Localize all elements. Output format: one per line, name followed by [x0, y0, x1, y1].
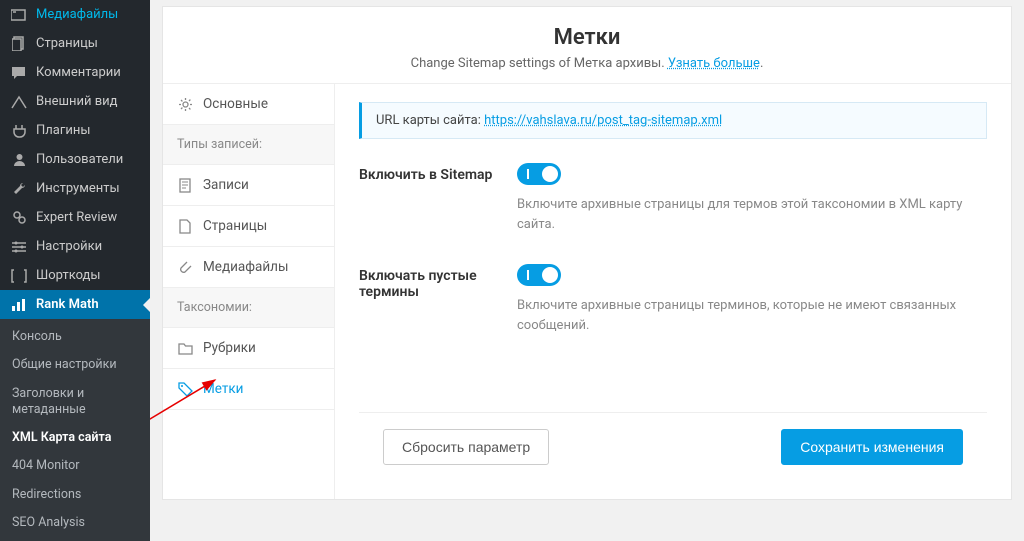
submenu-xml-sitemap[interactable]: XML Карта сайта	[0, 424, 150, 452]
tab-pages[interactable]: Страницы	[163, 206, 334, 247]
wp-admin-sidebar: Медиафайлы Страницы Комментарии Внешний …	[0, 0, 150, 506]
doc-icon	[177, 178, 193, 193]
sidebar-item-label: Комментарии	[36, 65, 121, 80]
sidebar-item-label: Пользователи	[36, 152, 123, 167]
submenu-redirections[interactable]: Redirections	[0, 481, 150, 509]
sitemap-url-notice: URL карты сайта: https://vahslava.ru/pos…	[359, 102, 987, 139]
field-label: Включить в Sitemap	[359, 163, 499, 234]
appearance-icon	[10, 95, 28, 109]
sidebar-item-users[interactable]: Пользователи	[0, 145, 150, 174]
learn-more-link[interactable]: Узнать больше	[668, 56, 760, 71]
include-sitemap-toggle[interactable]	[517, 163, 561, 185]
tab-label: Рубрики	[203, 340, 256, 356]
settings-icon	[10, 240, 28, 254]
sidebar-item-expert-review[interactable]: Expert Review	[0, 203, 150, 232]
tab-label: Медиафайлы	[203, 259, 288, 275]
sidebar-item-label: Инструменты	[36, 181, 120, 196]
clip-icon	[177, 260, 193, 275]
settings-panel: Метки Change Sitemap settings of Метка а…	[162, 6, 1012, 500]
users-icon	[10, 152, 28, 167]
sidebar-item-label: Шорткоды	[36, 268, 100, 283]
sidebar-item-plugins[interactable]: Плагины	[0, 116, 150, 145]
panel-footer: Сбросить параметр Сохранить изменения	[359, 412, 987, 481]
page-icon	[177, 219, 193, 234]
settings-tabs: Основные Типы записей: Записи Страницы М…	[163, 84, 335, 499]
submenu-general-settings[interactable]: Общие настройки	[0, 351, 150, 379]
sidebar-item-label: Expert Review	[36, 210, 117, 225]
panel-header: Метки Change Sitemap settings of Метка а…	[163, 7, 1011, 84]
sidebar-item-label: Страницы	[36, 36, 98, 51]
submenu-404-monitor[interactable]: 404 Monitor	[0, 452, 150, 480]
page-title: Метки	[173, 25, 1001, 50]
tools-icon	[10, 181, 28, 196]
sidebar-item-rank-math[interactable]: Rank Math	[0, 290, 150, 319]
field-description: Включите архивные страницы терминов, кот…	[517, 296, 987, 335]
save-button[interactable]: Сохранить изменения	[781, 429, 963, 465]
tab-group-taxonomies: Таксономии:	[163, 288, 334, 328]
field-description: Включите архивные страницы для термов эт…	[517, 195, 987, 234]
plugins-icon	[10, 123, 28, 138]
media-icon	[10, 8, 28, 22]
main-content: Метки Change Sitemap settings of Метка а…	[150, 0, 1024, 506]
tab-categories[interactable]: Рубрики	[163, 328, 334, 369]
tab-tags[interactable]: Метки	[163, 369, 334, 410]
submenu-titles[interactable]: Заголовки и метаданные	[0, 380, 150, 425]
tab-label: Метки	[203, 381, 243, 397]
comments-icon	[10, 66, 28, 80]
sidebar-item-appearance[interactable]: Внешний вид	[0, 87, 150, 116]
submenu-seo-analysis[interactable]: SEO Analysis	[0, 509, 150, 537]
sidebar-item-label: Медиафайлы	[36, 7, 118, 22]
gear-icon	[177, 97, 193, 112]
shortcodes-icon	[10, 269, 28, 283]
sidebar-item-tools[interactable]: Инструменты	[0, 174, 150, 203]
rankmath-icon	[10, 298, 28, 312]
tab-label: Записи	[203, 177, 249, 193]
tab-posts[interactable]: Записи	[163, 165, 334, 206]
pages-icon	[10, 36, 28, 51]
tab-content: URL карты сайта: https://vahslava.ru/pos…	[335, 84, 1011, 499]
sidebar-item-pages[interactable]: Страницы	[0, 29, 150, 58]
tab-media[interactable]: Медиафайлы	[163, 247, 334, 288]
sidebar-item-settings[interactable]: Настройки	[0, 232, 150, 261]
folder-icon	[177, 342, 193, 355]
field-include-empty-terms: Включать пустые термины Включите архивны…	[359, 264, 987, 335]
sidebar-item-label: Плагины	[36, 123, 90, 138]
page-subtitle: Change Sitemap settings of Метка архивы.…	[173, 56, 1001, 71]
tab-label: Страницы	[203, 218, 267, 234]
tag-icon	[177, 382, 193, 397]
sidebar-item-label: Внешний вид	[36, 94, 118, 109]
submenu-console[interactable]: Консоль	[0, 323, 150, 351]
tab-label: Основные	[203, 96, 268, 112]
sidebar-item-label: Rank Math	[36, 297, 99, 312]
reset-button[interactable]: Сбросить параметр	[383, 429, 549, 465]
sidebar-item-shortcodes[interactable]: Шорткоды	[0, 261, 150, 290]
tab-group-post-types: Типы записей:	[163, 125, 334, 165]
rank-math-submenu: Консоль Общие настройки Заголовки и мета…	[0, 319, 150, 541]
tab-general[interactable]: Основные	[163, 84, 334, 125]
sidebar-item-media[interactable]: Медиафайлы	[0, 0, 150, 29]
review-icon	[10, 210, 28, 225]
field-include-sitemap: Включить в Sitemap Включите архивные стр…	[359, 163, 987, 234]
include-empty-terms-toggle[interactable]	[517, 264, 561, 286]
sidebar-item-label: Настройки	[36, 239, 102, 254]
field-label: Включать пустые термины	[359, 264, 499, 335]
sitemap-url-link[interactable]: https://vahslava.ru/post_tag-sitemap.xml	[484, 113, 722, 128]
sidebar-item-comments[interactable]: Комментарии	[0, 58, 150, 87]
